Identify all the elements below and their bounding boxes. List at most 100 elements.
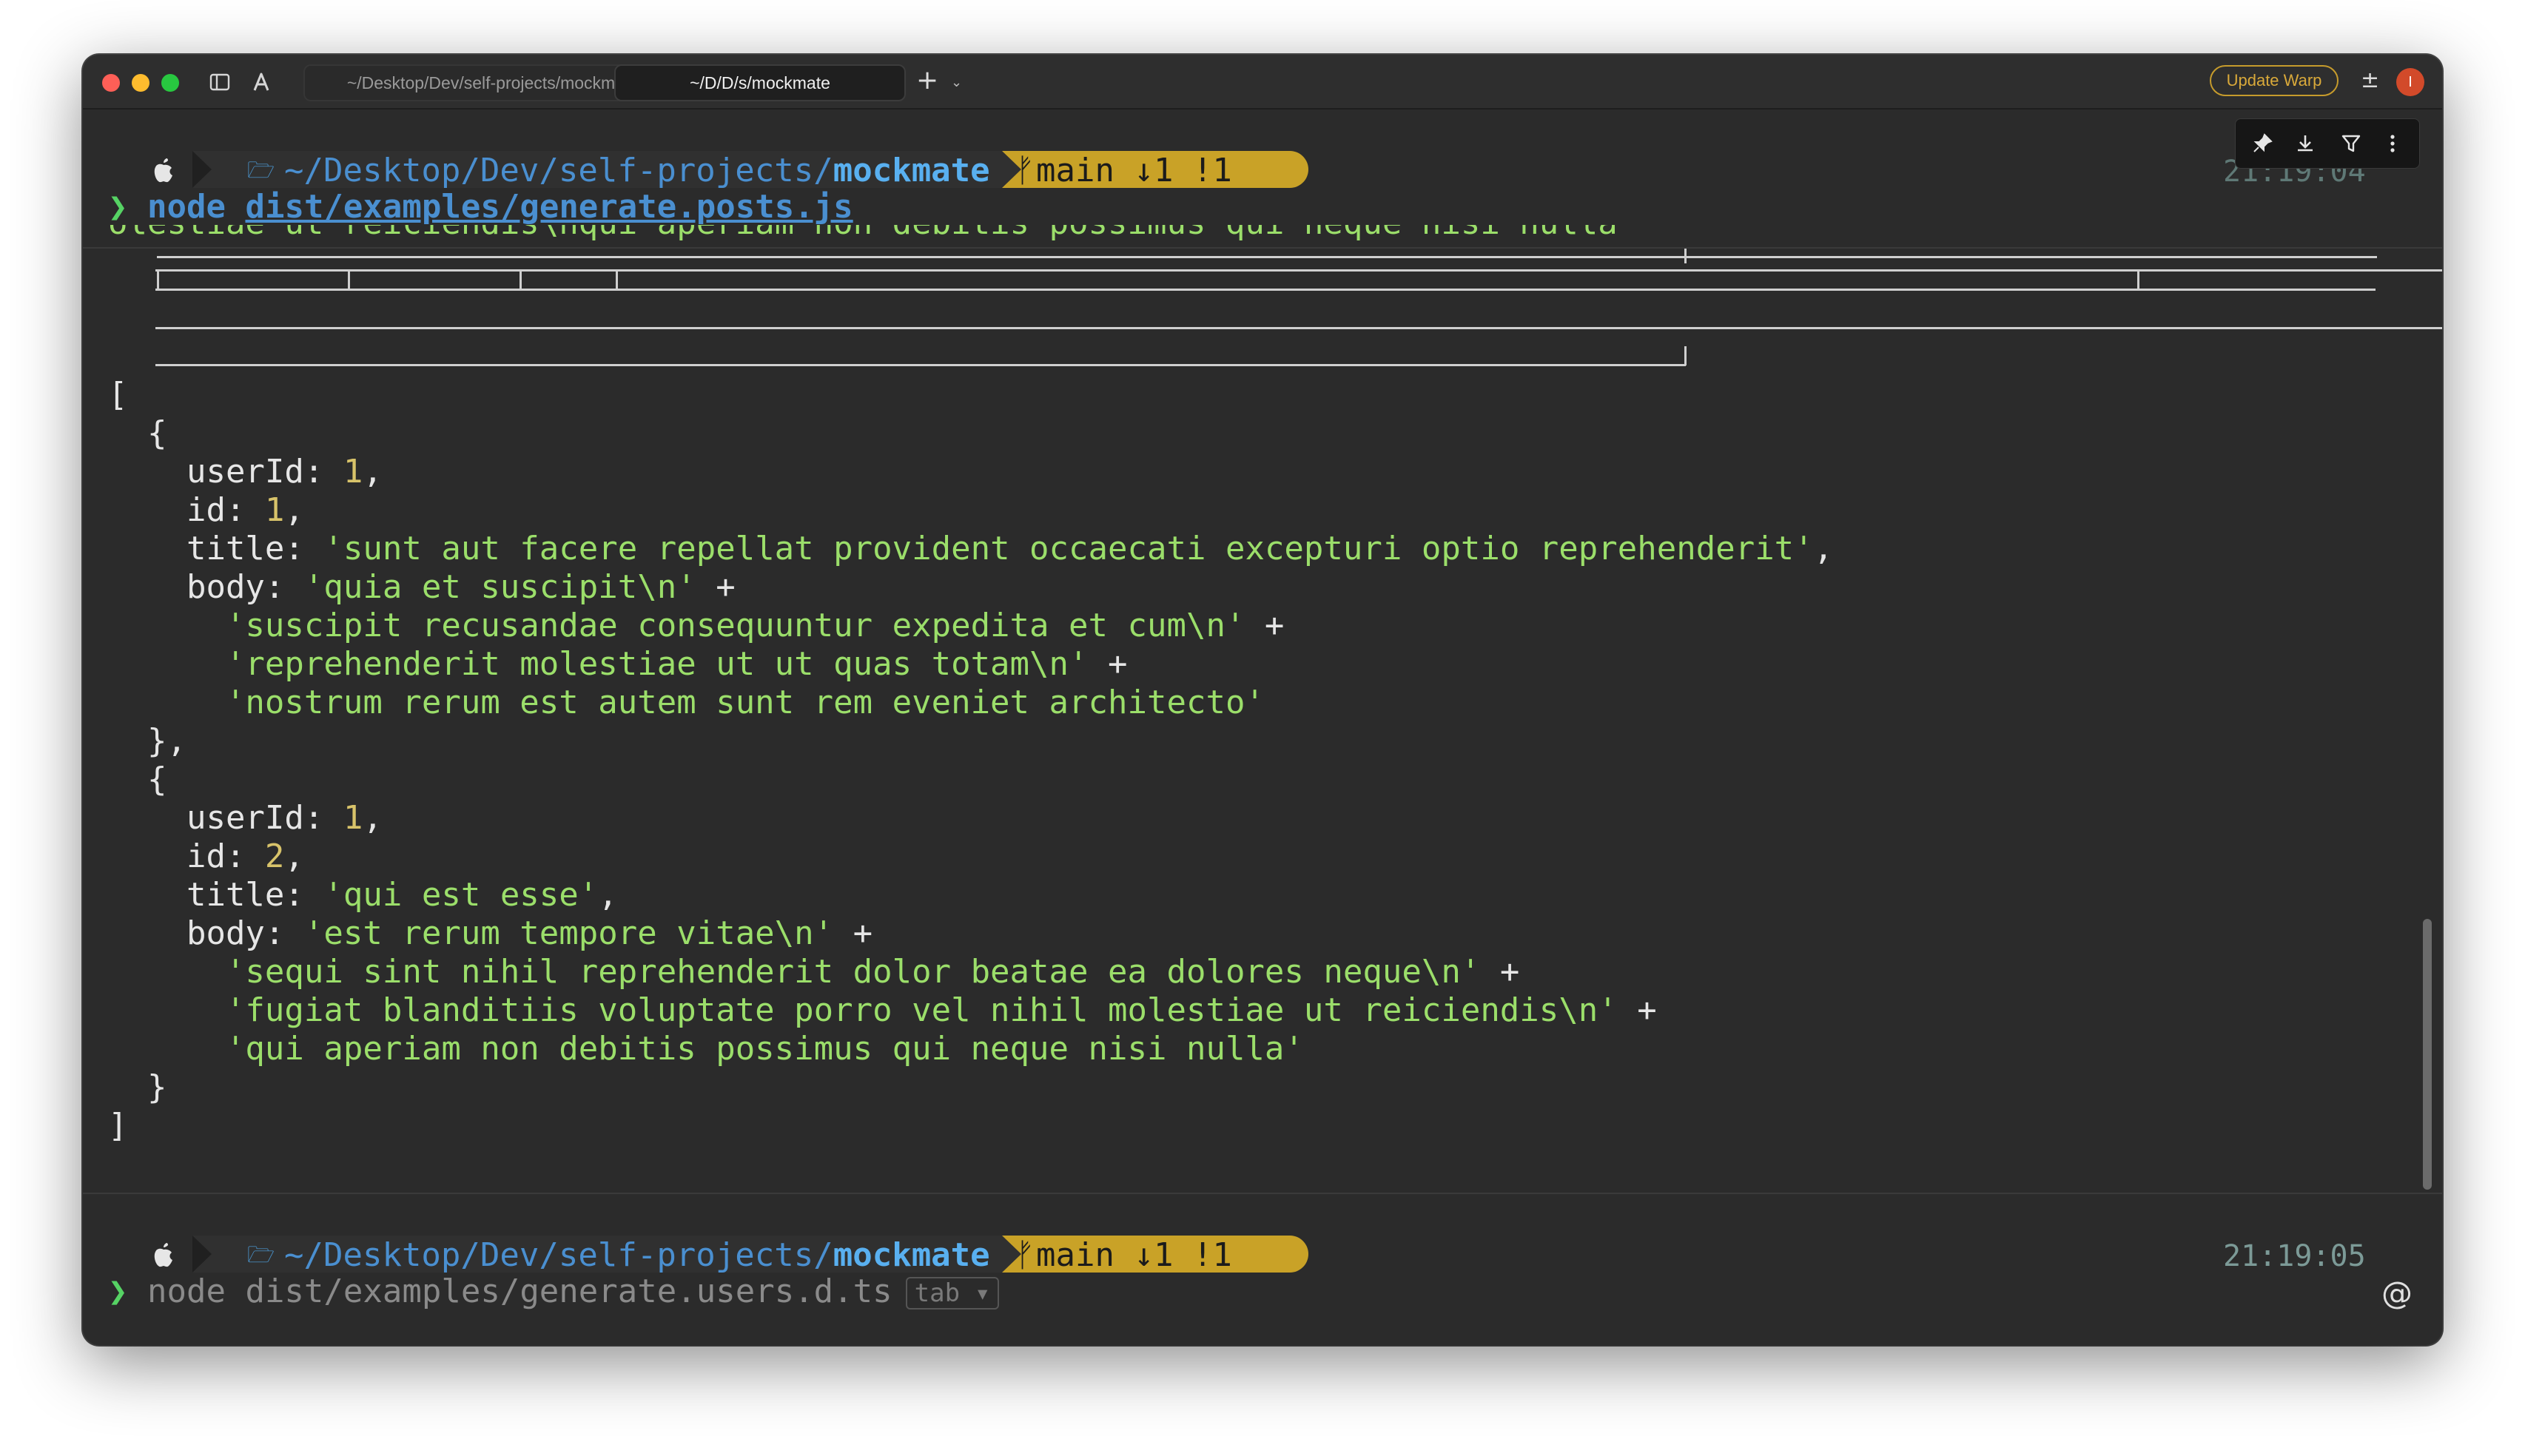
output-token: 1 xyxy=(264,491,285,529)
output-token: + xyxy=(833,914,873,952)
output-line: body: 'est rerum tempore vitae\n' + xyxy=(108,914,1833,953)
output-token: title: xyxy=(108,530,324,567)
tab-completion-hint[interactable]: tab ▾ xyxy=(905,1277,999,1310)
output-token: 2 xyxy=(264,837,285,875)
chevron-down-icon[interactable]: ⌄ xyxy=(951,68,962,98)
folder-icon: 🗁 xyxy=(247,158,275,183)
zoom-window-button[interactable] xyxy=(161,74,179,92)
prompt-bar-1: 🗁 ~/Desktop/Dev/self-projects/mockmate ᚠ… xyxy=(108,149,2402,191)
table-border xyxy=(616,271,618,290)
table-border xyxy=(520,271,522,290)
output-token: 'qui est esse' xyxy=(323,876,599,914)
output-token: { xyxy=(108,761,167,798)
path-prefix: ~/Desktop/Dev/self-projects/ xyxy=(284,152,833,189)
git-status: main ↓1 !1 xyxy=(1036,1236,1232,1274)
output-token: 1 xyxy=(343,453,363,491)
warp-ai-icon[interactable] xyxy=(249,70,274,95)
output-token: 'quia et suscipit\n' xyxy=(303,568,696,606)
output-token: 'est rerum tempore vitae\n' xyxy=(303,914,834,952)
command-input[interactable]: ❯ node dist/examples/generate.users.d.ts… xyxy=(108,1273,999,1311)
output-line: [ xyxy=(108,376,1833,414)
block-divider xyxy=(83,247,2442,249)
block-toolbar xyxy=(2235,118,2420,169)
output-token: id: xyxy=(108,837,265,875)
output-token: , xyxy=(1813,530,1834,567)
output-token: , xyxy=(363,799,383,837)
title-bar: ~/Desktop/Dev/self-projects/mockmate ~/D… xyxy=(83,55,2442,109)
table-border xyxy=(348,271,350,290)
tab-label: ~/Desktop/Dev/self-projects/mockmate xyxy=(346,73,639,92)
output-line: 'fugiat blanditiis voluptate porro vel n… xyxy=(108,991,1833,1030)
path-directory: mockmate xyxy=(833,1236,990,1274)
new-tab-button[interactable]: + xyxy=(916,64,938,98)
output-line: title: 'sunt aut facere repellat provide… xyxy=(108,530,1833,568)
output-token: [ xyxy=(108,376,128,414)
output-line: 'suscipit recusandae consequuntur expedi… xyxy=(108,607,1833,645)
command-file-link[interactable]: dist/examples/generate.posts.js xyxy=(245,188,853,226)
more-options-icon[interactable] xyxy=(2381,132,2404,155)
output-line: } xyxy=(108,1068,1833,1107)
apple-icon xyxy=(154,1243,172,1267)
minimize-window-button[interactable] xyxy=(132,74,149,92)
git-status: main ↓1 !1 xyxy=(1036,152,1232,189)
tab-mockmate-active[interactable]: ~/D/D/s/mockmate xyxy=(614,64,906,101)
output-line: 'nostrum rerum est autem sunt rem evenie… xyxy=(108,684,1833,722)
output-line: { xyxy=(108,761,1833,799)
output-line: userId: 1, xyxy=(108,453,1833,491)
output-token: userId: xyxy=(108,799,343,837)
output-token: 1 xyxy=(343,799,363,837)
output-token: } xyxy=(108,1068,167,1106)
filter-icon[interactable] xyxy=(2339,132,2363,155)
output-token: 'fugiat blanditiis voluptate porro vel n… xyxy=(108,991,1618,1029)
prompt-caret: ❯ xyxy=(108,1273,128,1310)
table-border xyxy=(155,289,2376,291)
output-token: title: xyxy=(108,876,324,914)
output-token: { xyxy=(108,414,167,452)
prompt-bar-2: 🗁 ~/Desktop/Dev/self-projects/mockmate ᚠ… xyxy=(108,1234,2402,1275)
output-token: 'reprehenderit molestiae ut ut quas tota… xyxy=(108,645,1089,683)
git-branch-icon: ᚠ xyxy=(1015,152,1035,189)
block-divider xyxy=(83,1193,2442,1194)
output-token: + xyxy=(696,568,736,606)
scrollbar[interactable] xyxy=(2423,919,2432,1190)
at-mention-icon[interactable]: @ xyxy=(2381,1275,2413,1311)
git-branch-icon: ᚠ xyxy=(1015,1236,1035,1274)
output-token: 'sunt aut facere repellat provident occa… xyxy=(323,530,1814,567)
output-token: , xyxy=(284,837,304,875)
apple-icon xyxy=(154,158,172,183)
table-border xyxy=(155,364,1686,366)
output-token: + xyxy=(1480,953,1520,991)
output-line: title: 'qui est esse', xyxy=(108,876,1833,914)
output-token: , xyxy=(363,453,383,491)
tab-label: ~/D/D/s/mockmate xyxy=(690,73,830,92)
table-border xyxy=(2137,271,2139,290)
table-border xyxy=(157,271,159,290)
output-line: 'reprehenderit molestiae ut ut quas tota… xyxy=(108,645,1833,684)
table-border xyxy=(155,269,2442,272)
path-prefix: ~/Desktop/Dev/self-projects/ xyxy=(284,1236,833,1274)
output-line: { xyxy=(108,414,1833,453)
close-window-button[interactable] xyxy=(102,74,120,92)
terminal-window: ~/Desktop/Dev/self-projects/mockmate ~/D… xyxy=(83,55,2442,1345)
output-token: , xyxy=(284,491,304,529)
timestamp-2: 21:19:05 xyxy=(2223,1239,2366,1273)
output-token: }, xyxy=(108,722,186,760)
clipped-output-line: olestiae ut reiciendis\nqui aperiam non … xyxy=(108,225,1699,244)
output-token: 'sequi sint nihil reprehenderit dolor be… xyxy=(108,953,1481,991)
avatar[interactable]: I xyxy=(2396,68,2424,96)
update-warp-button[interactable]: Update Warp xyxy=(2210,65,2339,96)
output-token: , xyxy=(598,876,618,914)
output-token: id: xyxy=(108,491,265,529)
command-line-1[interactable]: ❯ node dist/examples/generate.posts.js xyxy=(108,188,853,226)
prompt-caret: ❯ xyxy=(108,188,128,226)
output-line: 'qui aperiam non debitis possimus qui ne… xyxy=(108,1030,1833,1068)
output-token: body: xyxy=(108,568,304,606)
pin-icon[interactable] xyxy=(2250,132,2274,155)
settings-sync-icon[interactable]: ± xyxy=(2361,65,2379,96)
output-line: id: 2, xyxy=(108,837,1833,876)
table-border xyxy=(155,327,2442,329)
output-token: userId: xyxy=(108,453,343,491)
download-icon[interactable] xyxy=(2293,132,2317,155)
sidebar-toggle-icon[interactable] xyxy=(207,70,232,95)
output-line: ] xyxy=(108,1107,1833,1145)
